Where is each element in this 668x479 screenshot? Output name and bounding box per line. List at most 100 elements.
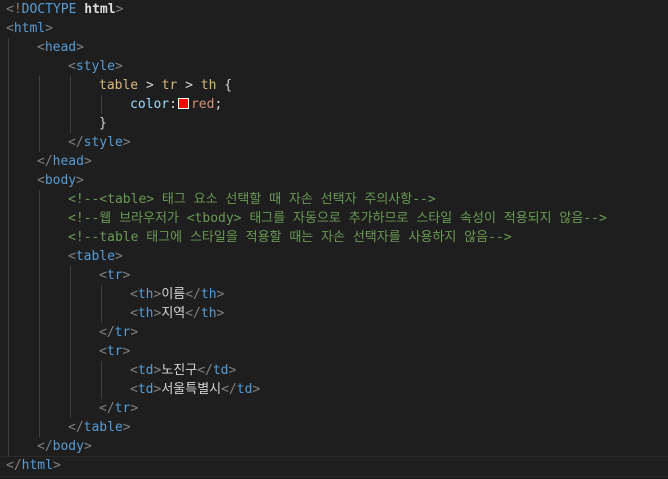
punctuation: < [99,268,107,283]
code-line[interactable]: <html> [6,19,668,38]
punctuation: </ [185,306,201,321]
css-brace: } [99,116,107,131]
punctuation: > [130,325,139,340]
element-text: 노진구 [161,363,198,378]
punctuation: > [76,40,84,55]
tag-name: th [200,287,217,302]
punctuation: < [68,249,76,264]
punctuation: < [99,344,107,359]
punctuation: </ [6,458,22,473]
code-line[interactable]: </head> [37,152,668,171]
punctuation: > [216,287,225,302]
code-line[interactable]: <th>지역</th> [130,304,668,323]
punctuation: > [114,59,123,74]
element-text: 이름 [161,287,186,302]
doctype-value: html [84,2,116,17]
code-line[interactable]: <!--웹 브라우저가 <tbody> 태그를 자동으로 추가하므로 스타일 속… [68,209,668,228]
tag-name: style [75,59,115,74]
css-combinator: > [145,78,154,93]
indent-guide [39,76,40,152]
code-line[interactable]: </tr> [99,399,668,418]
code-line[interactable]: <head> [37,38,668,57]
punctuation: < [130,363,138,378]
tag-name: th [200,306,217,321]
punctuation: > [76,173,84,188]
tag-name: th [137,287,154,302]
code-line[interactable]: } [99,114,668,133]
code-line[interactable]: <td>노진구</td> [130,361,668,380]
element-text: 서울특별시 [161,382,222,397]
punctuation: </ [68,420,84,435]
code-line[interactable]: table > tr > th { [99,76,668,95]
css-selector: table [99,78,139,93]
indent-guide [8,38,9,456]
punctuation: < [37,40,45,55]
code-line[interactable]: <!--table 태그에 스타일을 적용할 때는 자손 선택자를 사용하지 않… [68,228,668,247]
code-line[interactable]: </table> [68,418,668,437]
punctuation: </ [221,382,237,397]
tag-name: td [212,363,229,378]
css-selector: tr [161,78,178,93]
tag-name: table [75,249,115,264]
tag-name: td [236,382,253,397]
punctuation: > [216,306,225,321]
code-line[interactable]: <td>서울특별시</td> [130,380,668,399]
punctuation: </ [185,287,201,302]
code-line[interactable]: <tr> [99,342,668,361]
code-line[interactable]: </style> [68,133,668,152]
code-editor[interactable]: <!DOCTYPE html> <html> <head> <style> ta… [0,0,668,479]
indent-guide [101,95,102,114]
punctuation: < [130,306,138,321]
indent-guide [39,190,40,437]
punctuation: <! [6,2,22,17]
tag-name: td [137,382,154,397]
code-line[interactable]: <tr> [99,266,668,285]
code-line[interactable]: </body> [37,437,668,456]
html-comment: <!--<table> 태그 요소 선택할 때 자손 선택자 주의사항--> [68,192,436,207]
tag-name: tr [106,344,123,359]
code-line[interactable]: </tr> [99,323,668,342]
punctuation: > [252,382,261,397]
tag-name: table [83,420,123,435]
html-comment: <!--table 태그에 스타일을 적용할 때는 자손 선택자를 사용하지 않… [68,230,512,245]
punctuation: </ [99,401,115,416]
element-text: 지역 [161,306,186,321]
code-line[interactable]: <th>이름</th> [130,285,668,304]
code-line[interactable]: <body> [37,171,668,190]
tag-name: style [83,135,123,150]
indent-guide [101,285,102,323]
punctuation: > [83,154,92,169]
punctuation: < [6,21,14,36]
html-comment: <!--웹 브라우저가 <tbody> 태그를 자동으로 추가하므로 스타일 속… [68,211,607,226]
code-line[interactable]: <!--<table> 태그 요소 선택할 때 자손 선택자 주의사항--> [68,190,668,209]
color-swatch-icon[interactable] [177,98,189,109]
punctuation: </ [37,154,53,169]
css-combinator: > [185,78,193,93]
punctuation: < [130,287,138,302]
tag-name: tr [114,325,131,340]
punctuation: </ [99,325,115,340]
tag-name: tr [114,401,131,416]
punctuation: > [83,439,92,454]
doctype-keyword: DOCTYPE [21,2,77,17]
tag-name: html [21,458,53,473]
punctuation: > [122,420,131,435]
punctuation: > [122,268,131,283]
css-brace: { [224,78,233,93]
code-line[interactable]: <style> [68,57,668,76]
punctuation: > [45,21,53,36]
code-line[interactable]: color: red; [130,95,668,114]
code-line[interactable]: </html> [6,456,668,475]
code-line[interactable]: <!DOCTYPE html> [6,0,668,19]
code-line[interactable]: <table> [68,247,668,266]
indent-guide [70,76,71,133]
css-property: color [130,97,170,112]
tag-name: tr [106,268,123,283]
tag-name: body [52,439,84,454]
tag-name: html [13,21,46,36]
punctuation: </ [37,439,53,454]
punctuation: > [114,249,123,264]
punctuation: > [122,344,131,359]
tag-name: head [44,40,77,55]
indent-guide [101,361,102,399]
